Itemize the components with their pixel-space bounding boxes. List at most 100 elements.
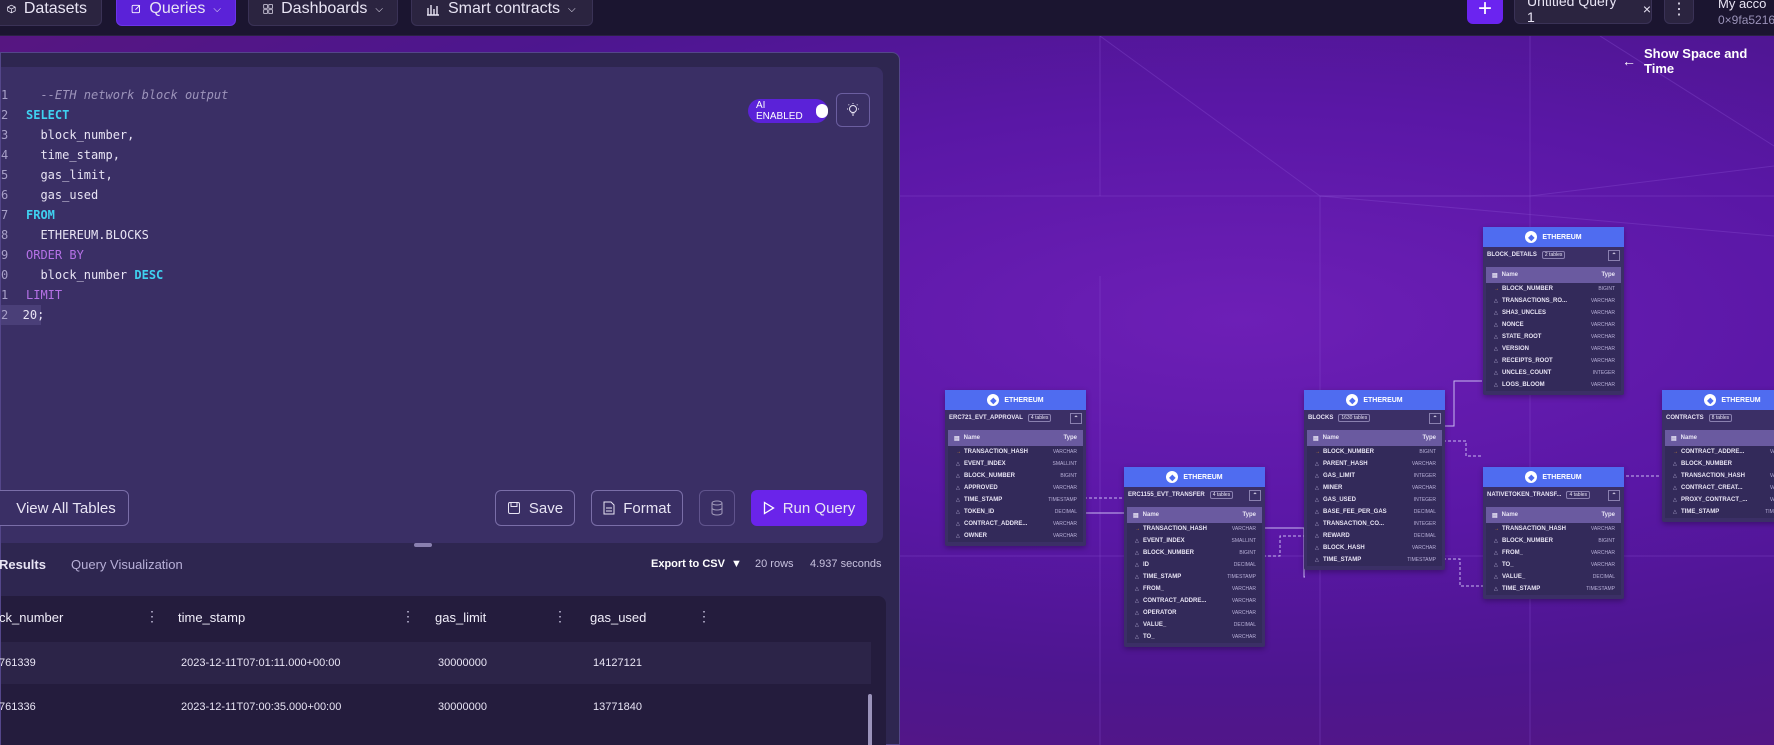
- column-row[interactable]: △BLOCK_NUMBERBIGINT: [1486, 535, 1621, 547]
- code-line[interactable]: 1 LIMIT: [1, 285, 228, 305]
- chevron-up-icon[interactable]: ⌃: [1429, 412, 1441, 424]
- column-menu-icon[interactable]: ⋮: [145, 608, 159, 625]
- column-menu-icon[interactable]: ⋮: [553, 608, 567, 625]
- code-line[interactable]: 1 --ETH network block output: [1, 85, 228, 105]
- code-line[interactable]: 4 time_stamp,: [1, 145, 228, 165]
- column-header[interactable]: time_stamp: [178, 610, 245, 625]
- column-row[interactable]: → BLOCK_NUMBER BIGINT: [1307, 446, 1442, 458]
- column-row[interactable]: △ TRANSACTION_CO... INTEGER: [1307, 518, 1442, 530]
- column-row[interactable]: △ VALUE_ DECIMAL: [1127, 619, 1262, 631]
- chevron-up-icon[interactable]: ⌃: [1070, 412, 1082, 424]
- column-row[interactable]: △ ID DECIMAL: [1127, 559, 1262, 571]
- column-row[interactable]: △ UNCLES_COUNT INTEGER: [1486, 367, 1621, 379]
- show-space-toggle[interactable]: ← Show Space and Time: [1622, 46, 1774, 76]
- column-row[interactable]: △ CONTRACT_ADDRE... VARCHAR: [1127, 595, 1262, 607]
- column-row[interactable]: △ PROXY_CONTRACT_... VARCHAR: [1665, 494, 1774, 506]
- code-line[interactable]: 9 ORDER BY: [1, 245, 228, 265]
- column-row[interactable]: △ TIME_STAMP TIMESTAMP: [948, 494, 1083, 506]
- code-line[interactable]: 5 gas_limit,: [1, 165, 228, 185]
- new-query-button[interactable]: +: [1467, 0, 1503, 24]
- column-header[interactable]: gas_limit: [435, 610, 486, 625]
- nav-dashboards-button[interactable]: Dashboards ⌵: [248, 0, 398, 26]
- code-line[interactable]: 2 20;: [1, 305, 44, 325]
- chevron-up-icon[interactable]: ⌃: [1608, 489, 1620, 501]
- table-row[interactable]: 761339 2023-12-11T07:01:11.000+00:00 300…: [0, 642, 871, 684]
- column-row[interactable]: △ CONTRACT_ADDRE... VARCHAR: [948, 518, 1083, 530]
- column-row[interactable]: △BLOCK_NUMBERBIGINT: [948, 470, 1083, 482]
- column-menu-icon[interactable]: ⋮: [697, 608, 711, 625]
- column-row[interactable]: △ TIME_STAMP TIMESTAMP: [1307, 554, 1442, 566]
- column-row[interactable]: →CONTRACT_ADDRE... VARCHAR: [1665, 446, 1774, 458]
- run-query-button[interactable]: Run Query: [751, 490, 867, 526]
- column-row[interactable]: △ TIME_STAMP TIMESTAMP: [1665, 506, 1774, 518]
- column-row[interactable]: △ MINER VARCHAR: [1307, 482, 1442, 494]
- column-row[interactable]: → TRANSACTION_HASH VARCHAR: [948, 446, 1083, 458]
- scrollbar[interactable]: [868, 694, 872, 745]
- schema-card-erc1155[interactable]: ◆ ETHEREUM ERC1155_EVT_TRANSFER 4 tables ⌃ ▤ N…: [1124, 467, 1265, 647]
- table-row[interactable]: 761336 2023-12-11T07:00:35.000+00:00 300…: [0, 686, 871, 728]
- code-line[interactable]: 0 block_number DESC: [1, 265, 228, 285]
- column-row[interactable]: △ SHA3_UNCLES VARCHAR: [1486, 307, 1621, 319]
- tab-results[interactable]: Results: [0, 557, 46, 572]
- column-row[interactable]: △BLOCK_NUMBERBIGINT: [1665, 458, 1774, 470]
- more-options-button[interactable]: ⋮: [1664, 0, 1694, 24]
- column-row[interactable]: → TRANSACTION_HASH VARCHAR: [1127, 523, 1262, 535]
- ai-enabled-toggle[interactable]: AI ENABLED: [748, 99, 828, 123]
- account-menu[interactable]: My acco 0×9fa5216: [1718, 0, 1774, 28]
- column-row[interactable]: △ STATE_ROOT VARCHAR: [1486, 331, 1621, 343]
- column-menu-icon[interactable]: ⋮: [401, 608, 415, 625]
- schema-card-block_details[interactable]: ◆ ETHEREUM BLOCK_DETAILS 2 tables ⌃ ▤ Name Type…: [1483, 227, 1624, 395]
- code-line[interactable]: 2 SELECT: [1, 105, 228, 125]
- column-row[interactable]: △ FROM_ VARCHAR: [1127, 583, 1262, 595]
- column-row[interactable]: △ EVENT_INDEX SMALLINT: [948, 458, 1083, 470]
- save-button[interactable]: Save: [495, 490, 575, 526]
- nav-datasets-button[interactable]: Datasets: [0, 0, 102, 26]
- column-row[interactable]: △ TIME_STAMP TIMESTAMP: [1127, 571, 1262, 583]
- nav-smart-contracts-button[interactable]: Smart contracts ⌵: [411, 0, 593, 26]
- code-line[interactable]: 8 ETHEREUM.BLOCKS: [1, 225, 228, 245]
- tab-query-visualization[interactable]: Query Visualization: [71, 557, 183, 572]
- column-row[interactable]: △ LOGS_BLOOM VARCHAR: [1486, 379, 1621, 391]
- column-row[interactable]: → BLOCK_NUMBER BIGINT: [1486, 283, 1621, 295]
- column-row[interactable]: △ APPROVED VARCHAR: [948, 482, 1083, 494]
- code-line[interactable]: 6 gas_used: [1, 185, 228, 205]
- column-header[interactable]: ck_number: [0, 610, 63, 625]
- tab-untitled-query[interactable]: Untitled Query 1 ×: [1514, 0, 1652, 25]
- sql-editor[interactable]: 1 --ETH network block output 2 SELECT 3 blo…: [0, 67, 883, 543]
- column-row[interactable]: △ TIME_STAMP TIMESTAMP: [1486, 583, 1621, 595]
- resize-handle[interactable]: [414, 543, 432, 547]
- column-row[interactable]: △ TO_ VARCHAR: [1486, 559, 1621, 571]
- column-row[interactable]: △ NONCE VARCHAR: [1486, 319, 1621, 331]
- schema-card-contracts[interactable]: ◆ETHEREUMCONTRACTS8 tables⌃▤NameType→CON…: [1662, 390, 1774, 522]
- schema-card-nativetoken[interactable]: ◆ ETHEREUM NATIVETOKEN_TRANSF... 4 tables ⌃ ▤…: [1483, 467, 1624, 599]
- view-all-tables-button[interactable]: View All Tables: [0, 490, 129, 526]
- column-row[interactable]: △ VERSION VARCHAR: [1486, 343, 1621, 355]
- column-row[interactable]: △ BASE_FEE_PER_GAS DECIMAL: [1307, 506, 1442, 518]
- database-button[interactable]: [699, 490, 735, 526]
- column-row[interactable]: △ EVENT_INDEX SMALLINT: [1127, 535, 1262, 547]
- code-lines[interactable]: 1 --ETH network block output 2 SELECT 3 blo…: [1, 85, 228, 325]
- nav-queries-button[interactable]: Queries ⌵: [116, 0, 236, 26]
- column-row[interactable]: △ GAS_LIMIT INTEGER: [1307, 470, 1442, 482]
- column-row[interactable]: △ REWARD DECIMAL: [1307, 530, 1442, 542]
- chevron-up-icon[interactable]: ⌃: [1608, 249, 1620, 261]
- column-row[interactable]: △ TO_ VARCHAR: [1127, 631, 1262, 643]
- lightbulb-button[interactable]: [836, 93, 870, 127]
- column-header[interactable]: gas_used: [590, 610, 646, 625]
- schema-card-blocks[interactable]: ◆ ETHEREUM BLOCKS 1630 tables ⌃ ▤ Name Type → BLO…: [1304, 390, 1445, 570]
- column-row[interactable]: △ CONTRACT_CREAT... VARCHAR: [1665, 482, 1774, 494]
- column-row[interactable]: △ TRANSACTION_HASH VARCHAR: [1665, 470, 1774, 482]
- column-row[interactable]: △ GAS_USED INTEGER: [1307, 494, 1442, 506]
- column-row[interactable]: △ FROM_ VARCHAR: [1486, 547, 1621, 559]
- schema-card-erc721[interactable]: ◆ ETHEREUM ERC721_EVT_APPROVAL 4 tables ⌃ ▤ Na…: [945, 390, 1086, 546]
- code-line[interactable]: 3 block_number,: [1, 125, 228, 145]
- column-row[interactable]: △ PARENT_HASH VARCHAR: [1307, 458, 1442, 470]
- column-row[interactable]: → TRANSACTION_HASH VARCHAR: [1486, 523, 1621, 535]
- chevron-up-icon[interactable]: ⌃: [1249, 489, 1261, 501]
- code-line[interactable]: 7 FROM: [1, 205, 228, 225]
- export-csv-button[interactable]: Export to CSV ▼: [651, 558, 742, 570]
- column-row[interactable]: △ RECEIPTS_ROOT VARCHAR: [1486, 355, 1621, 367]
- column-row[interactable]: △ TOKEN_ID DECIMAL: [948, 506, 1083, 518]
- column-row[interactable]: △ OWNER VARCHAR: [948, 530, 1083, 542]
- close-icon[interactable]: ×: [1643, 1, 1651, 17]
